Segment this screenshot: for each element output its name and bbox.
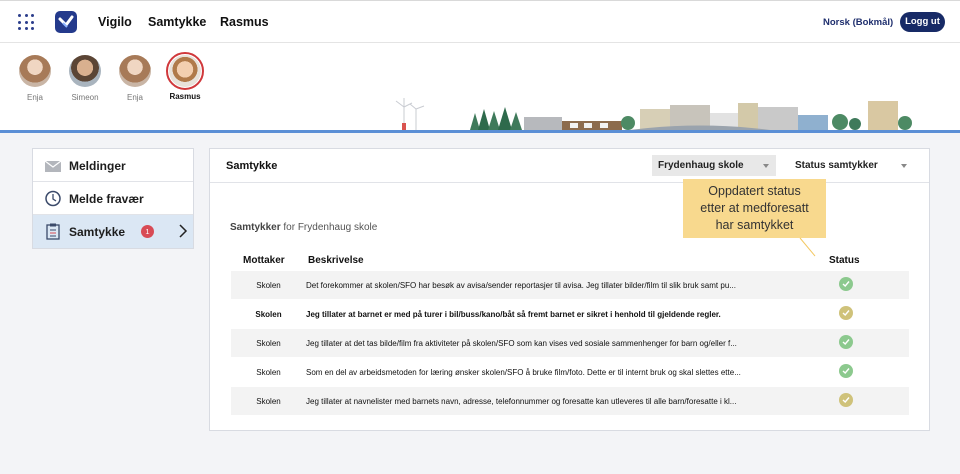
description-cell: Det forekommer at skolen/SFO har besøk a… [306, 281, 736, 290]
school-filter-value: Frydenhaug skole [658, 160, 744, 171]
column-header-recipient: Mottaker [243, 255, 285, 266]
nav-vigilo[interactable]: Vigilo [98, 15, 132, 29]
side-menu: Meldinger Melde fravær Samtykke 1 [32, 148, 194, 249]
status-filter-value: Status samtykker [795, 160, 878, 171]
description-cell: Som en del av arbeidsmetoden for læring … [306, 368, 741, 377]
annotation-line: etter at medforesatt [700, 201, 809, 215]
girl-avatar [119, 55, 151, 87]
status-filter-dropdown[interactable]: Status samtykker [788, 155, 916, 176]
nav-rasmus[interactable]: Rasmus [220, 15, 269, 29]
annotation-callout: Oppdatert status etter at medforesatt ha… [683, 179, 826, 238]
table-row[interactable]: Skolen Jeg tillater at navnelister med b… [231, 387, 909, 415]
chevron-down-icon [901, 164, 907, 168]
description-cell: Jeg tillater at det tas bilde/film fra a… [306, 339, 737, 348]
menu-label: Samtykke [69, 225, 126, 239]
subtitle-bold: Samtykker [230, 222, 281, 233]
table-row[interactable]: Skolen Som en del av arbeidsmetoden for … [231, 358, 909, 386]
envelope-icon [44, 160, 62, 172]
subtitle-rest: for Frydenhaug skole [280, 222, 378, 233]
apps-grid-icon[interactable] [18, 14, 34, 30]
menu-item-melde-fravaer[interactable]: Melde fravær [33, 182, 193, 215]
status-partial-icon [839, 393, 853, 407]
chevron-down-icon [763, 164, 769, 168]
annotation-line: har samtykket [715, 218, 794, 232]
recipient-cell: Skolen [256, 397, 281, 406]
status-partial-icon [839, 306, 853, 320]
selected-ring [166, 52, 204, 90]
recipient-cell: Skolen [255, 310, 282, 319]
status-approved-icon [839, 364, 853, 378]
clipboard-icon [46, 223, 60, 240]
panel-header: Samtykke Frydenhaug skole Status samtykk… [210, 149, 929, 183]
section-subtitle: Samtykker for Frydenhaug skole [230, 222, 377, 233]
menu-item-samtykke[interactable]: Samtykke 1 [33, 215, 193, 248]
table-row[interactable]: Skolen Jeg tillater at barnet er med på … [231, 300, 909, 328]
menu-label: Melde fravær [69, 192, 144, 206]
description-cell: Jeg tillater at barnet er med på turer i… [306, 310, 721, 319]
town-skyline-illustration [0, 98, 960, 133]
top-bar: Vigilo Samtykke Rasmus Norsk (Bokmål) Lo… [0, 0, 960, 43]
recipient-cell: Skolen [256, 368, 281, 377]
nav-samtykke[interactable]: Samtykke [148, 15, 206, 29]
description-cell: Jeg tillater at navnelister med barnets … [306, 397, 737, 406]
vigilo-logo[interactable] [55, 11, 77, 33]
column-header-description: Beskrivelse [308, 255, 364, 266]
boy-avatar [69, 55, 101, 87]
panel-title: Samtykke [226, 160, 278, 172]
clock-icon [45, 190, 61, 207]
language-selector[interactable]: Norsk (Bokmål) [823, 17, 893, 28]
logout-button[interactable]: Logg ut [900, 12, 945, 32]
recipient-cell: Skolen [256, 281, 281, 290]
table-row[interactable]: Skolen Jeg tillater at det tas bilde/fil… [231, 329, 909, 357]
menu-label: Meldinger [69, 159, 126, 173]
school-filter-dropdown[interactable]: Frydenhaug skole [652, 155, 776, 176]
unread-badge: 1 [141, 225, 154, 238]
chevron-right-icon [179, 224, 188, 238]
annotation-line: Oppdatert status [708, 184, 801, 198]
menu-item-meldinger[interactable]: Meldinger [33, 149, 193, 182]
status-approved-icon [839, 335, 853, 349]
recipient-cell: Skolen [256, 339, 281, 348]
status-approved-icon [839, 277, 853, 291]
children-selector: Enja Simeon Enja Rasmus [0, 43, 960, 133]
child-avatar [169, 55, 201, 87]
table-row[interactable]: Skolen Det forekommer at skolen/SFO har … [231, 271, 909, 299]
column-header-status: Status [829, 255, 860, 266]
girl-avatar [19, 55, 51, 87]
